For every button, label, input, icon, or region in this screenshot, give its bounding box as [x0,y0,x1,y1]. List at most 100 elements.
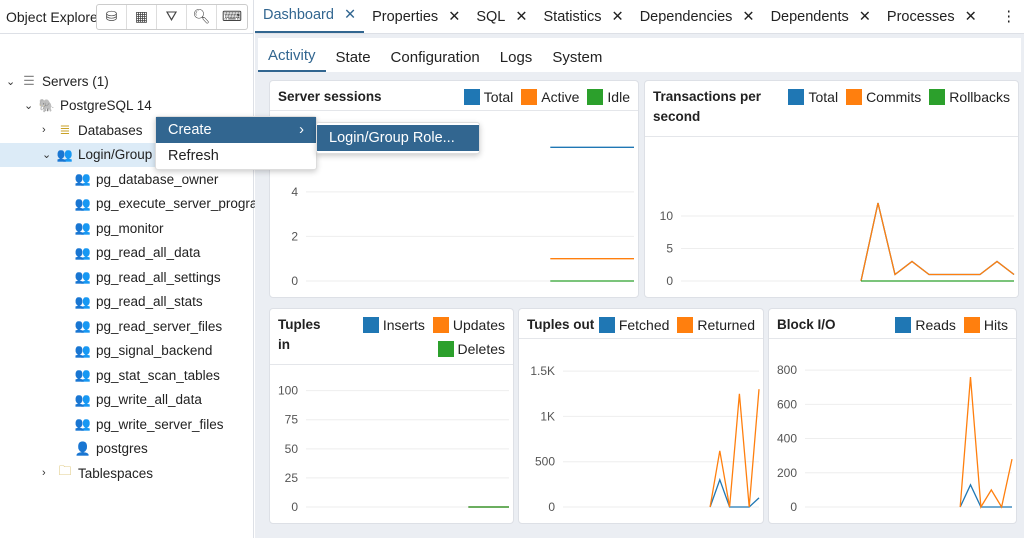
chart-title: Block I/O [777,317,836,332]
legend-item: Rollbacks [929,87,1010,130]
subtab-logs[interactable]: Logs [490,49,543,72]
y-tick-label: 0 [666,274,673,288]
legend-swatch [963,317,980,333]
database-icon[interactable]: ⛁ [97,4,127,29]
tree-node[interactable]: 👥 pg_write_all_data [60,388,202,412]
postgres-elephant-icon: 🐘 [38,97,56,113]
series-line [959,376,1013,510]
dashboard-subtabs: Activity State Configuration Logs System [258,38,1021,72]
chevron-down-icon[interactable]: ⌄ [24,99,38,112]
chevron-down-icon[interactable]: ⌄ [6,75,20,88]
tree-node[interactable]: › ≣ Databases [42,118,143,142]
context-menu: Create › Refresh [155,116,317,170]
legend-item: Fetched [598,315,669,335]
series-line [709,389,760,508]
subtab-system[interactable]: System [542,49,612,72]
close-icon[interactable]: ✕ [859,9,871,25]
y-tick-label: 25 [285,471,299,485]
close-icon[interactable]: ✕ [448,9,460,25]
y-tick-label: 0 [291,274,298,288]
legend-item: Total [463,87,513,107]
legend-swatch [432,317,449,333]
y-tick-label: 800 [777,363,797,377]
close-icon[interactable]: ✕ [742,9,754,25]
close-icon[interactable]: ✕ [612,9,624,25]
legend-item: Total [788,87,838,130]
tree-node[interactable]: 👥 pg_database_owner [60,167,218,191]
tab-processes[interactable]: Processes ✕ [879,9,985,33]
servers-icon: ☰ [23,73,35,88]
chevron-right-icon: › [299,122,304,138]
tree-node-label: pg_monitor [96,220,164,236]
legend-swatch [463,89,480,105]
legend-swatch [362,317,379,333]
chevron-right-icon[interactable]: › [42,124,56,136]
filter-icon[interactable]: ⛛ [157,4,187,29]
tree-node[interactable]: 👥 pg_read_all_stats [60,290,203,314]
chart-plot: 0 200 400 600 800 [777,363,1013,514]
tree-node[interactable]: 👥 pg_execute_server_program [60,192,269,216]
y-tick-label: 1K [540,409,555,423]
terminal-icon[interactable]: ⌨ [217,5,247,29]
chart-title: Tuples out [527,317,595,332]
more-options-icon[interactable]: ⋮ [994,9,1024,33]
chart-card: Transactions per second Total Commits Rollb… [644,80,1019,298]
tab-statistics[interactable]: Statistics ✕ [536,9,632,33]
tree-node[interactable]: ⌄ 🐘 PostgreSQL 14 [24,94,152,118]
tab-properties[interactable]: Properties ✕ [364,9,468,33]
legend-item: Reads [895,315,956,335]
chart-legend: Inserts Updates Deletes [326,315,505,358]
legend-swatch [929,89,946,105]
tree-node[interactable]: 👥 pg_stat_scan_tables [60,363,220,387]
group-role-icon: 👥 [74,244,92,260]
menu-item-login-group-role[interactable]: Login/Group Role... [317,125,479,151]
close-icon[interactable]: ✕ [344,7,356,23]
table-icon[interactable]: ▦ [127,4,157,29]
group-role-icon: 👥 [74,269,92,284]
panel-title: Object Explorer [6,8,96,25]
tab-dependencies[interactable]: Dependencies ✕ [632,9,763,33]
tree-node[interactable]: 👥 pg_read_server_files [60,314,222,338]
y-tick-label: 1.5K [530,364,555,378]
tree-node[interactable]: 👤 postgres [60,437,148,461]
tab-dependents[interactable]: Dependents ✕ [763,9,879,33]
subtab-state[interactable]: State [326,49,381,72]
y-tick-label: 75 [285,413,299,427]
tree-node[interactable]: 👥 pg_monitor [60,216,164,240]
dashboard-panel: Dashboard ✕ Properties ✕ SQL ✕ Statistics ✕ Depe… [255,0,1024,538]
group-role-icon: 👥 [74,416,92,431]
group-role-icon: 👥 [74,171,92,186]
tree-node-label: pg_write_server_files [96,416,224,432]
tree-node-label: pg_read_all_stats [96,294,203,309]
tree-node[interactable]: 👥 pg_write_server_files [60,412,224,436]
legend-swatch [587,89,604,105]
menu-item-refresh[interactable]: Refresh [156,143,316,169]
legend-item: Returned [677,315,755,335]
tree-node[interactable]: 👥 pg_read_all_settings [60,265,221,289]
tree-node[interactable]: › 🗀 Tablespaces [42,461,153,485]
group-role-icon: 👥 [74,318,92,333]
tree-node[interactable]: ⌄ ☰ Servers (1) [6,69,109,93]
tab-sql[interactable]: SQL ✕ [468,9,535,33]
chart-title: Transactions per second [653,89,762,124]
explorer-toolbar: ⛁ ▦ ⛛ 🔍︎ ⌨ [96,3,248,30]
tab-dashboard[interactable]: Dashboard ✕ [255,7,365,33]
search-icon[interactable]: 🔍︎ [187,4,217,29]
group-role-icon: 👥 [74,391,92,407]
subtab-activity[interactable]: Activity [258,47,326,72]
tree-node-label: PostgreSQL 14 [60,98,152,113]
close-icon[interactable]: ✕ [965,9,977,25]
chevron-down-icon[interactable]: ⌄ [42,148,56,161]
legend-item: Hits [963,315,1008,335]
series-line [860,202,1015,282]
tree-node[interactable]: 👥 pg_read_all_data [60,241,200,265]
chevron-right-icon[interactable]: › [42,467,56,479]
tree-node[interactable]: 👥 pg_signal_backend [60,339,212,363]
chart-title: Server sessions [278,89,382,104]
y-tick-label: 200 [777,466,797,480]
close-icon[interactable]: ✕ [515,9,527,25]
menu-item-create[interactable]: Create › [156,117,316,143]
subtab-configuration[interactable]: Configuration [381,49,490,72]
legend-item: Active [521,87,579,107]
y-tick-label: 5 [666,242,673,256]
